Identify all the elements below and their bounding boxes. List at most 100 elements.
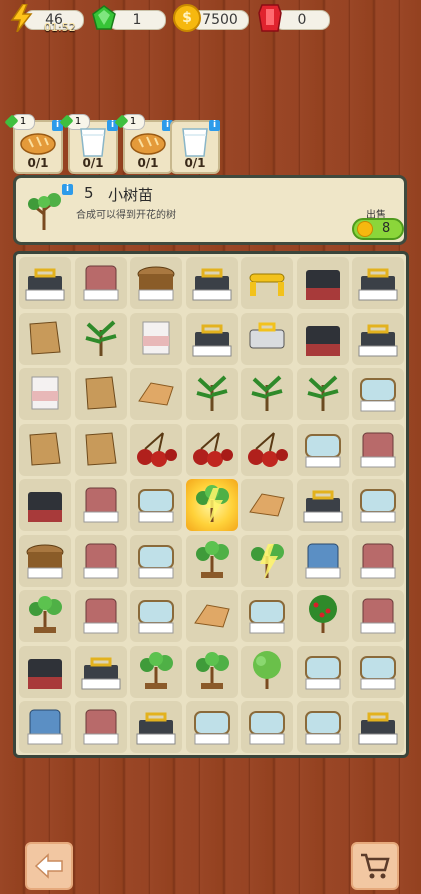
board-cell[interactable] [130,590,182,642]
board-cell[interactable] [241,590,293,642]
red-crate-icon [83,487,118,523]
board-cell[interactable] [352,423,404,476]
sell-price: 8 [382,221,391,236]
dark-crate-icon [305,325,340,356]
board-cell[interactable] [241,479,293,531]
board-cell[interactable] [241,645,293,698]
board-cell[interactable] [352,368,404,420]
board-cell[interactable] [19,479,71,531]
item-name: 小树苗 [108,186,154,204]
board-cell[interactable] [185,423,238,476]
board-cell[interactable] [74,368,127,420]
item-info-panel: i 5 小树苗 合成可以得到开花的树 出售 8 [13,175,407,245]
yellow-box-icon [249,322,285,348]
dark-crate-icon [28,492,62,522]
board-cell[interactable] [352,590,404,642]
sack-icon [84,431,117,466]
board-cell[interactable] [19,590,71,642]
board-cell[interactable] [185,312,238,365]
board-cell[interactable] [352,645,404,698]
board-cell[interactable] [296,590,349,642]
request-milk-2[interactable]: i 0/1 [170,120,220,174]
board-cell[interactable] [296,368,349,420]
request-bread-1[interactable]: 1 i 0/1 [11,114,63,174]
board-cell[interactable] [185,368,238,420]
board-cell[interactable] [296,701,349,753]
board-cell[interactable] [352,312,404,365]
board-cell[interactable] [130,645,182,698]
gem-counter[interactable]: 1 [90,4,166,34]
plant-icon [84,320,117,356]
apple-tree-icon [308,595,337,633]
request-bread-2[interactable]: 1 i 0/1 [121,114,173,174]
board-cell[interactable] [74,257,127,309]
sapling-icon [195,651,229,689]
plant-icon [195,375,228,411]
sapling-icon [28,193,61,230]
glass-crate-icon [138,600,174,634]
board-cell[interactable] [352,701,404,753]
shop-button[interactable] [351,842,399,890]
board-cell[interactable] [296,312,349,365]
board-cell[interactable] [185,257,238,309]
info-icon[interactable]: i [62,184,73,195]
back-arrow-icon [34,853,63,879]
board-cell[interactable] [185,479,238,531]
board-cell[interactable] [74,590,127,642]
board-cell[interactable] [185,645,238,698]
board-cell[interactable] [74,701,127,753]
energy-counter[interactable]: 46 01:52 [8,4,86,34]
board-cell[interactable] [296,257,349,309]
board-cell[interactable] [130,423,182,476]
board-cell[interactable] [19,701,71,753]
board-cell[interactable] [296,645,349,698]
board-cell[interactable] [130,257,182,309]
wood-plank-icon [138,382,174,406]
board-cell[interactable] [130,479,182,531]
board-cell[interactable] [19,257,71,309]
red-crate-icon [360,598,396,634]
coin-counter[interactable]: 7500 $ [173,4,249,34]
ruby-counter[interactable]: 0 [256,4,330,34]
board-cell[interactable] [130,368,182,420]
sack-icon [84,376,117,410]
board-cell[interactable] [296,479,349,531]
board-cell[interactable] [185,534,238,587]
board-cell[interactable] [19,534,71,587]
board-cell[interactable] [241,423,293,476]
board-cell[interactable] [130,534,182,587]
red-gem-icon [256,4,284,32]
request-milk-1[interactable]: 1 i 0/1 [66,114,118,174]
milk-carton-icon [31,376,59,410]
board-cell[interactable] [19,312,71,365]
board-cell[interactable] [352,257,404,309]
board-cell[interactable] [19,423,71,476]
board-cell[interactable] [241,534,293,587]
request-count: 0/1 [27,156,49,170]
board-cell[interactable] [185,590,238,642]
glass-crate-icon [193,711,230,745]
board-cell[interactable] [130,312,182,365]
board-cell[interactable] [74,423,127,476]
board-cell[interactable] [241,368,293,420]
board-cell[interactable] [19,368,71,420]
board-cell[interactable] [19,645,71,698]
board-cell[interactable] [185,701,238,753]
back-button[interactable] [25,842,73,890]
board-cell[interactable] [296,534,349,587]
board-cell[interactable] [74,534,127,587]
board-cell[interactable] [74,645,127,698]
board-cell[interactable] [241,701,293,753]
toolbox-icon [303,490,342,523]
red-crate-icon [83,598,118,634]
info-icon[interactable]: i [209,120,220,131]
board-cell[interactable] [352,479,404,531]
board-cell[interactable] [74,312,127,365]
sell-button[interactable]: 8 [352,218,404,240]
board-cell[interactable] [352,534,404,587]
board-cell[interactable] [241,257,293,309]
board-cell[interactable] [241,312,293,365]
board-cell[interactable] [130,701,182,753]
board-cell[interactable] [296,423,349,476]
board-cell[interactable] [74,479,127,531]
